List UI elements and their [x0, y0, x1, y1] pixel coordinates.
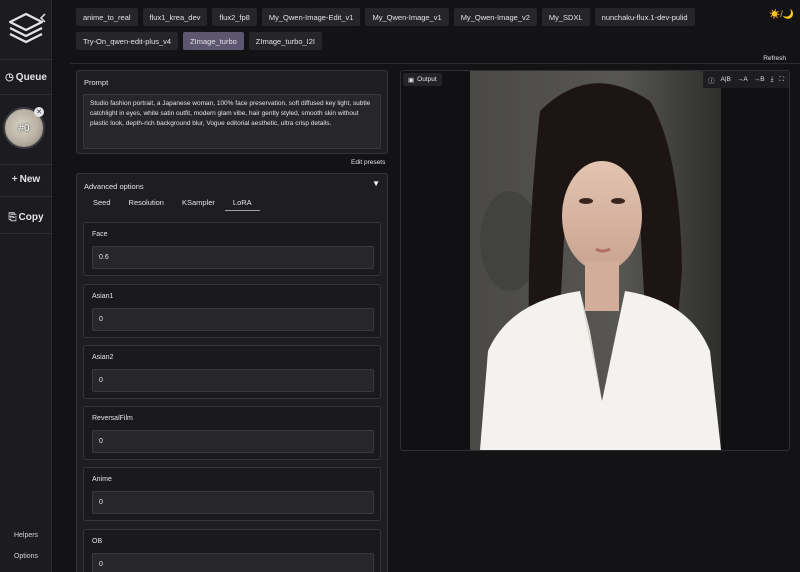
sidebar-divider [0, 164, 52, 165]
tab-try-on-qwen-edit-plus-v4[interactable]: Try-On_qwen-edit-plus_v4 [76, 32, 179, 50]
lora-card-asian1: Asian1 0 [83, 284, 381, 338]
queue-label: Queue [15, 72, 47, 83]
new-label: New [19, 174, 41, 185]
app-root: ◷ Queue #0 ✕ + New ⎘ Copy Helpers Option… [0, 0, 800, 572]
advanced-options-panel: Advanced options ▼ Seed Resolution KSamp… [76, 173, 388, 572]
tab-anime-to-real[interactable]: anime_to_real [76, 8, 138, 26]
lora-card-ob: OB 0 [83, 529, 381, 572]
theme-toggle-icon[interactable]: ☀️/🌙 [769, 9, 794, 20]
tab-zimage-turbo-i2i[interactable]: ZImage_turbo_I2I [248, 32, 322, 50]
output-label-text: Output [417, 76, 437, 83]
sidebar-divider [0, 196, 52, 197]
lora-label: ReversalFilm [92, 415, 133, 422]
queue-button[interactable]: ◷ Queue [0, 72, 52, 83]
sidebar-divider [0, 94, 52, 95]
edit-presets-button[interactable]: Edit presets [351, 159, 385, 166]
tab-my-sdxl[interactable]: My_SDXL [541, 8, 590, 26]
lora-card-face: Face 0.6 [83, 222, 381, 276]
app-logo-icon[interactable] [4, 8, 48, 48]
lora-strength-input[interactable]: 0 [92, 553, 374, 572]
lora-card-anime: Anime 0 [83, 467, 381, 521]
queue-item-thumbnail[interactable]: #0 ✕ [3, 107, 45, 149]
fullscreen-icon[interactable]: ⛶ [779, 76, 784, 84]
advanced-options-title[interactable]: Advanced options [84, 182, 144, 191]
lora-strength-input[interactable]: 0 [92, 369, 374, 392]
tab-zimage-turbo[interactable]: ZImage_turbo [183, 32, 244, 50]
image-toolbar: ⓘ A|B →A →B ⤓ ⛶ [703, 71, 789, 88]
download-icon[interactable]: ⤓ [771, 76, 774, 84]
output-image[interactable] [470, 71, 721, 450]
tab-nunchaku-flux-dev-pulid[interactable]: nunchaku-flux.1-dev-pulid [594, 8, 695, 26]
send-to-a-button[interactable]: →A [737, 76, 748, 83]
workflow-tabs: anime_to_real flux1_krea_dev flux2_fp8 M… [76, 8, 726, 50]
prompt-title: Prompt [84, 78, 109, 87]
new-button[interactable]: + New [0, 174, 52, 185]
send-to-b-button[interactable]: →B [754, 76, 765, 83]
tab-flux2-fp8[interactable]: flux2_fp8 [212, 8, 257, 26]
tab-my-qwen-image-v1[interactable]: My_Qwen-Image_v1 [365, 8, 449, 26]
output-label: ▣ Output [403, 73, 442, 86]
queue-item-index: #0 [18, 122, 30, 134]
tab-flux1-krea-dev[interactable]: flux1_krea_dev [142, 8, 208, 26]
sidebar: ◷ Queue #0 ✕ + New ⎘ Copy Helpers Option… [0, 0, 52, 572]
lora-label: Asian2 [92, 354, 114, 361]
lora-label: Anime [92, 476, 112, 483]
copy-label: Copy [18, 212, 44, 223]
options-link[interactable]: Options [0, 553, 52, 560]
subtab-seed[interactable]: Seed [93, 198, 119, 211]
clock-icon: ◷ [5, 72, 14, 83]
prompt-textarea[interactable]: Studio fashion portrait, a Japanese woma… [83, 94, 381, 149]
tab-my-qwen-image-v2[interactable]: My_Qwen-Image_v2 [453, 8, 537, 26]
prompt-panel: Prompt Studio fashion portrait, a Japane… [76, 70, 388, 154]
helpers-link[interactable]: Helpers [0, 532, 52, 539]
lora-label: OB [92, 538, 103, 545]
image-icon: ▣ [408, 76, 415, 84]
tab-my-qwen-image-edit-v1[interactable]: My_Qwen-Image-Edit_v1 [261, 8, 361, 26]
compare-button[interactable]: A|B [721, 76, 731, 83]
lora-label: Asian1 [92, 293, 114, 300]
plus-icon: + [11, 174, 18, 185]
copy-button[interactable]: ⎘ Copy [0, 212, 52, 223]
subtab-ksampler[interactable]: KSampler [182, 198, 223, 211]
header-divider [70, 63, 800, 64]
lora-card-reversalfilm: ReversalFilm 0 [83, 406, 381, 460]
copy-icon: ⎘ [8, 212, 17, 223]
info-icon[interactable]: ⓘ [708, 75, 715, 85]
refresh-button[interactable]: Refresh [763, 55, 786, 62]
output-panel: ▣ Output ⓘ A|B →A →B ⤓ ⛶ [400, 70, 790, 451]
lora-strength-input[interactable]: 0 [92, 491, 374, 514]
collapse-caret-icon[interactable]: ▼ [372, 179, 380, 188]
lora-strength-input[interactable]: 0.6 [92, 246, 374, 269]
subtab-resolution[interactable]: Resolution [129, 198, 172, 211]
lora-label: Face [92, 231, 108, 238]
lora-strength-input[interactable]: 0 [92, 308, 374, 331]
sidebar-divider [0, 233, 52, 234]
sidebar-divider [0, 59, 52, 60]
advanced-subtabs: Seed Resolution KSampler LoRA [93, 198, 270, 211]
lora-card-asian2: Asian2 0 [83, 345, 381, 399]
remove-queue-item-icon[interactable]: ✕ [34, 107, 44, 117]
subtab-lora[interactable]: LoRA [224, 198, 260, 211]
lora-strength-input[interactable]: 0 [92, 430, 374, 453]
